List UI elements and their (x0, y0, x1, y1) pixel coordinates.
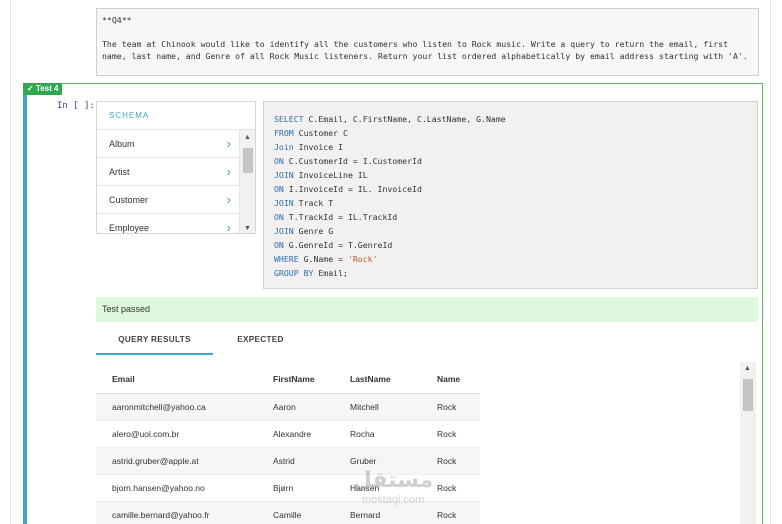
table-cell: camille.bernard@yahoo.fr (112, 510, 210, 520)
table-cell: Bjørn (273, 483, 294, 493)
column-header-lastname: LastName (350, 374, 391, 384)
code-line: ON G.GenreId = T.GenreId (274, 238, 747, 252)
results-scrollbar[interactable]: ▲ (740, 362, 756, 524)
code-line: FROM Customer C (274, 126, 747, 140)
test-passed-banner: Test passed (96, 297, 758, 322)
table-row[interactable]: aaronmitchell@yahoo.ca Aaron Mitchell Rock (96, 394, 480, 421)
code-line: JOIN Track T (274, 196, 747, 210)
code-keyword: ON (274, 184, 284, 194)
scroll-up-icon[interactable]: ▲ (744, 365, 751, 372)
code-keyword: ON (274, 240, 284, 250)
table-cell: Mitchell (350, 402, 379, 412)
chevron-right-icon: › (226, 136, 231, 151)
code-text: C.CustomerId = I.CustomerId (283, 156, 422, 166)
tab-query-results[interactable]: QUERY RESULTS (96, 330, 213, 355)
results-header-row: Email FirstName LastName Name (96, 364, 480, 394)
code-text: Invoice I (293, 142, 344, 152)
scroll-up-icon[interactable]: ▲ (244, 134, 251, 141)
code-line: JOIN Genre G (274, 224, 747, 238)
results-tabs: QUERY RESULTS EXPECTED (96, 330, 758, 356)
column-header-name: Name (437, 374, 461, 384)
code-line: ON T.TrackId = IL.TrackId (274, 210, 747, 224)
schema-item-employee[interactable]: Employee › (97, 214, 239, 234)
code-keyword: JOIN (274, 226, 294, 236)
code-text: Customer C (293, 128, 348, 138)
cell-prompt: In [ ]: (57, 101, 95, 111)
schema-item-album[interactable]: Album › (97, 130, 239, 158)
schema-header: SCHEMA (97, 102, 255, 130)
code-text: Track T (293, 198, 334, 208)
table-cell: alero@uol.com.br (112, 429, 180, 439)
code-text: G.Name = (298, 254, 348, 264)
code-text: I.InvoiceId = IL. InvoiceId (283, 184, 422, 194)
table-cell: Rocha (350, 429, 375, 439)
schema-panel: SCHEMA Album › Artist › Customer › Emplo… (96, 101, 256, 234)
table-cell: bjorn.hansen@yahoo.no (112, 483, 205, 493)
code-line: Join Invoice I (274, 140, 747, 154)
chevron-right-icon: › (226, 192, 231, 207)
code-line: ON C.CustomerId = I.CustomerId (274, 154, 747, 168)
code-keyword: ON (274, 156, 284, 166)
code-text: C.Email, C.FirstName, C.LastName, G.Name (303, 114, 506, 124)
code-keyword: ON (274, 212, 284, 222)
code-text: InvoiceLine IL (293, 170, 368, 180)
code-line: SELECT C.Email, C.FirstName, C.LastName,… (274, 112, 747, 126)
code-text: Genre G (293, 226, 334, 236)
scroll-down-icon[interactable]: ▼ (244, 225, 251, 232)
markdown-text: The team at Chinook would like to identi… (102, 39, 748, 61)
watermark-arabic: مستقل (352, 468, 434, 493)
table-cell: Rock (437, 402, 457, 412)
schema-item-label: Artist (109, 167, 130, 177)
code-line: ON I.InvoiceId = IL. InvoiceId (274, 182, 747, 196)
code-line: GROUP BY Email; (274, 266, 747, 280)
column-header-firstname: FirstName (273, 374, 315, 384)
code-line: JOIN InvoiceLine IL (274, 168, 747, 182)
tab-expected[interactable]: EXPECTED (213, 330, 308, 355)
code-keyword: FROM (274, 128, 294, 138)
schema-item-label: Album (109, 139, 135, 149)
table-row[interactable]: alero@uol.com.br Alexandre Rocha Rock (96, 421, 480, 448)
code-string: 'Rock' (347, 254, 378, 264)
code-text: G.GenreId = T.GenreId (283, 240, 393, 250)
schema-item-label: Employee (109, 223, 150, 233)
markdown-title: **Q4** (102, 15, 132, 25)
sql-code-editor[interactable]: SELECT C.Email, C.FirstName, C.LastName,… (263, 101, 758, 289)
table-cell: Astrid (273, 456, 295, 466)
code-keyword: Join (274, 142, 294, 152)
code-text: Email; (313, 268, 348, 278)
table-cell: Alexandre (273, 429, 312, 439)
table-cell: Aaron (273, 402, 296, 412)
code-keyword: GROUP BY (274, 268, 314, 278)
column-header-email: Email (112, 374, 135, 384)
scroll-thumb[interactable] (743, 379, 753, 411)
code-text: T.TrackId = IL.TrackId (283, 212, 398, 222)
table-cell: Camille (273, 510, 302, 520)
scroll-thumb[interactable] (243, 148, 253, 173)
chevron-right-icon: › (226, 220, 231, 234)
table-cell: aaronmitchell@yahoo.ca (112, 402, 206, 412)
code-keyword: SELECT (274, 114, 304, 124)
page-border-left (10, 0, 11, 524)
code-keyword: JOIN (274, 198, 294, 208)
table-cell: astrid.gruber@apple.at (112, 456, 199, 466)
chevron-right-icon: › (226, 164, 231, 179)
schema-scrollbar[interactable]: ▲ ▼ (239, 130, 255, 233)
code-line: WHERE G.Name = 'Rock' (274, 252, 747, 266)
watermark-latin: mostaql.com (361, 494, 425, 506)
code-keyword: WHERE (274, 254, 299, 264)
schema-item-customer[interactable]: Customer › (97, 186, 239, 214)
code-keyword: JOIN (274, 170, 294, 180)
schema-item-artist[interactable]: Artist › (97, 158, 239, 186)
markdown-cell[interactable]: **Q4** The team at Chinook would like to… (96, 8, 759, 76)
schema-item-label: Customer (109, 195, 149, 205)
table-cell: Rock (437, 429, 457, 439)
test-badge: ✓ Test 4 (23, 83, 63, 95)
page-border-right (770, 0, 771, 524)
watermark: مستقل mostaql.com (343, 468, 443, 506)
